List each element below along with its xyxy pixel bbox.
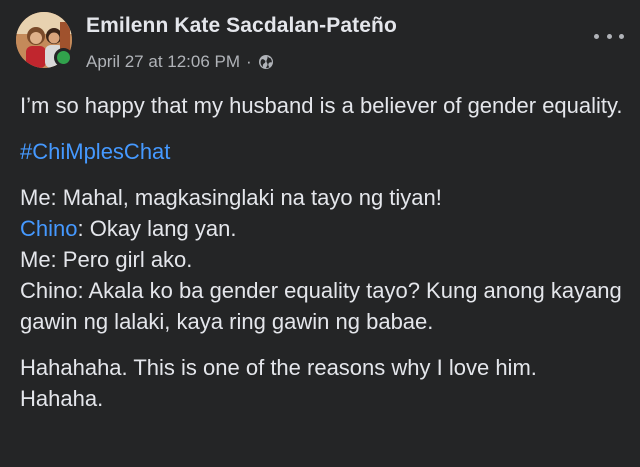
post-paragraph: I’m so happy that my husband is a believ… bbox=[20, 93, 623, 118]
conversation-line: Me: Mahal, magkasinglaki na tayo ng tiya… bbox=[20, 185, 442, 210]
online-status-dot bbox=[54, 48, 73, 67]
more-dot-middle bbox=[606, 33, 612, 39]
post-meta: April 27 at 12:06 PM · bbox=[86, 52, 274, 72]
hashtag-line: #ChiMplesChat bbox=[20, 136, 624, 167]
facebook-post: Emilenn Kate Sacdalan-Pateño April 27 at… bbox=[0, 0, 640, 467]
meta-separator: · bbox=[246, 52, 252, 71]
more-dot-right bbox=[619, 33, 624, 39]
closing-paragraph: Hahahaha. This is one of the reasons why… bbox=[20, 355, 537, 411]
post-body: I’m so happy that my husband is a believ… bbox=[20, 90, 624, 414]
conversation-line: : Okay lang yan. bbox=[77, 216, 237, 241]
conversation-line: Me: Pero girl ako. bbox=[20, 247, 193, 272]
post-timestamp[interactable]: April 27 at 12:06 PM bbox=[86, 52, 240, 72]
more-horizontal-icon bbox=[594, 33, 599, 39]
more-options-button[interactable] bbox=[594, 28, 624, 44]
conversation-block: Me: Mahal, magkasinglaki na tayo ng tiya… bbox=[20, 182, 624, 337]
globe-icon[interactable] bbox=[258, 54, 274, 70]
author-name[interactable]: Emilenn Kate Sacdalan-Pateño bbox=[86, 14, 397, 38]
mention-link-chino[interactable]: Chino bbox=[20, 216, 77, 241]
hashtag-link[interactable]: #ChiMplesChat bbox=[20, 139, 170, 164]
conversation-line: Chino: Akala ko ba gender equality tayo?… bbox=[20, 278, 622, 334]
author-avatar-container[interactable] bbox=[16, 12, 73, 68]
